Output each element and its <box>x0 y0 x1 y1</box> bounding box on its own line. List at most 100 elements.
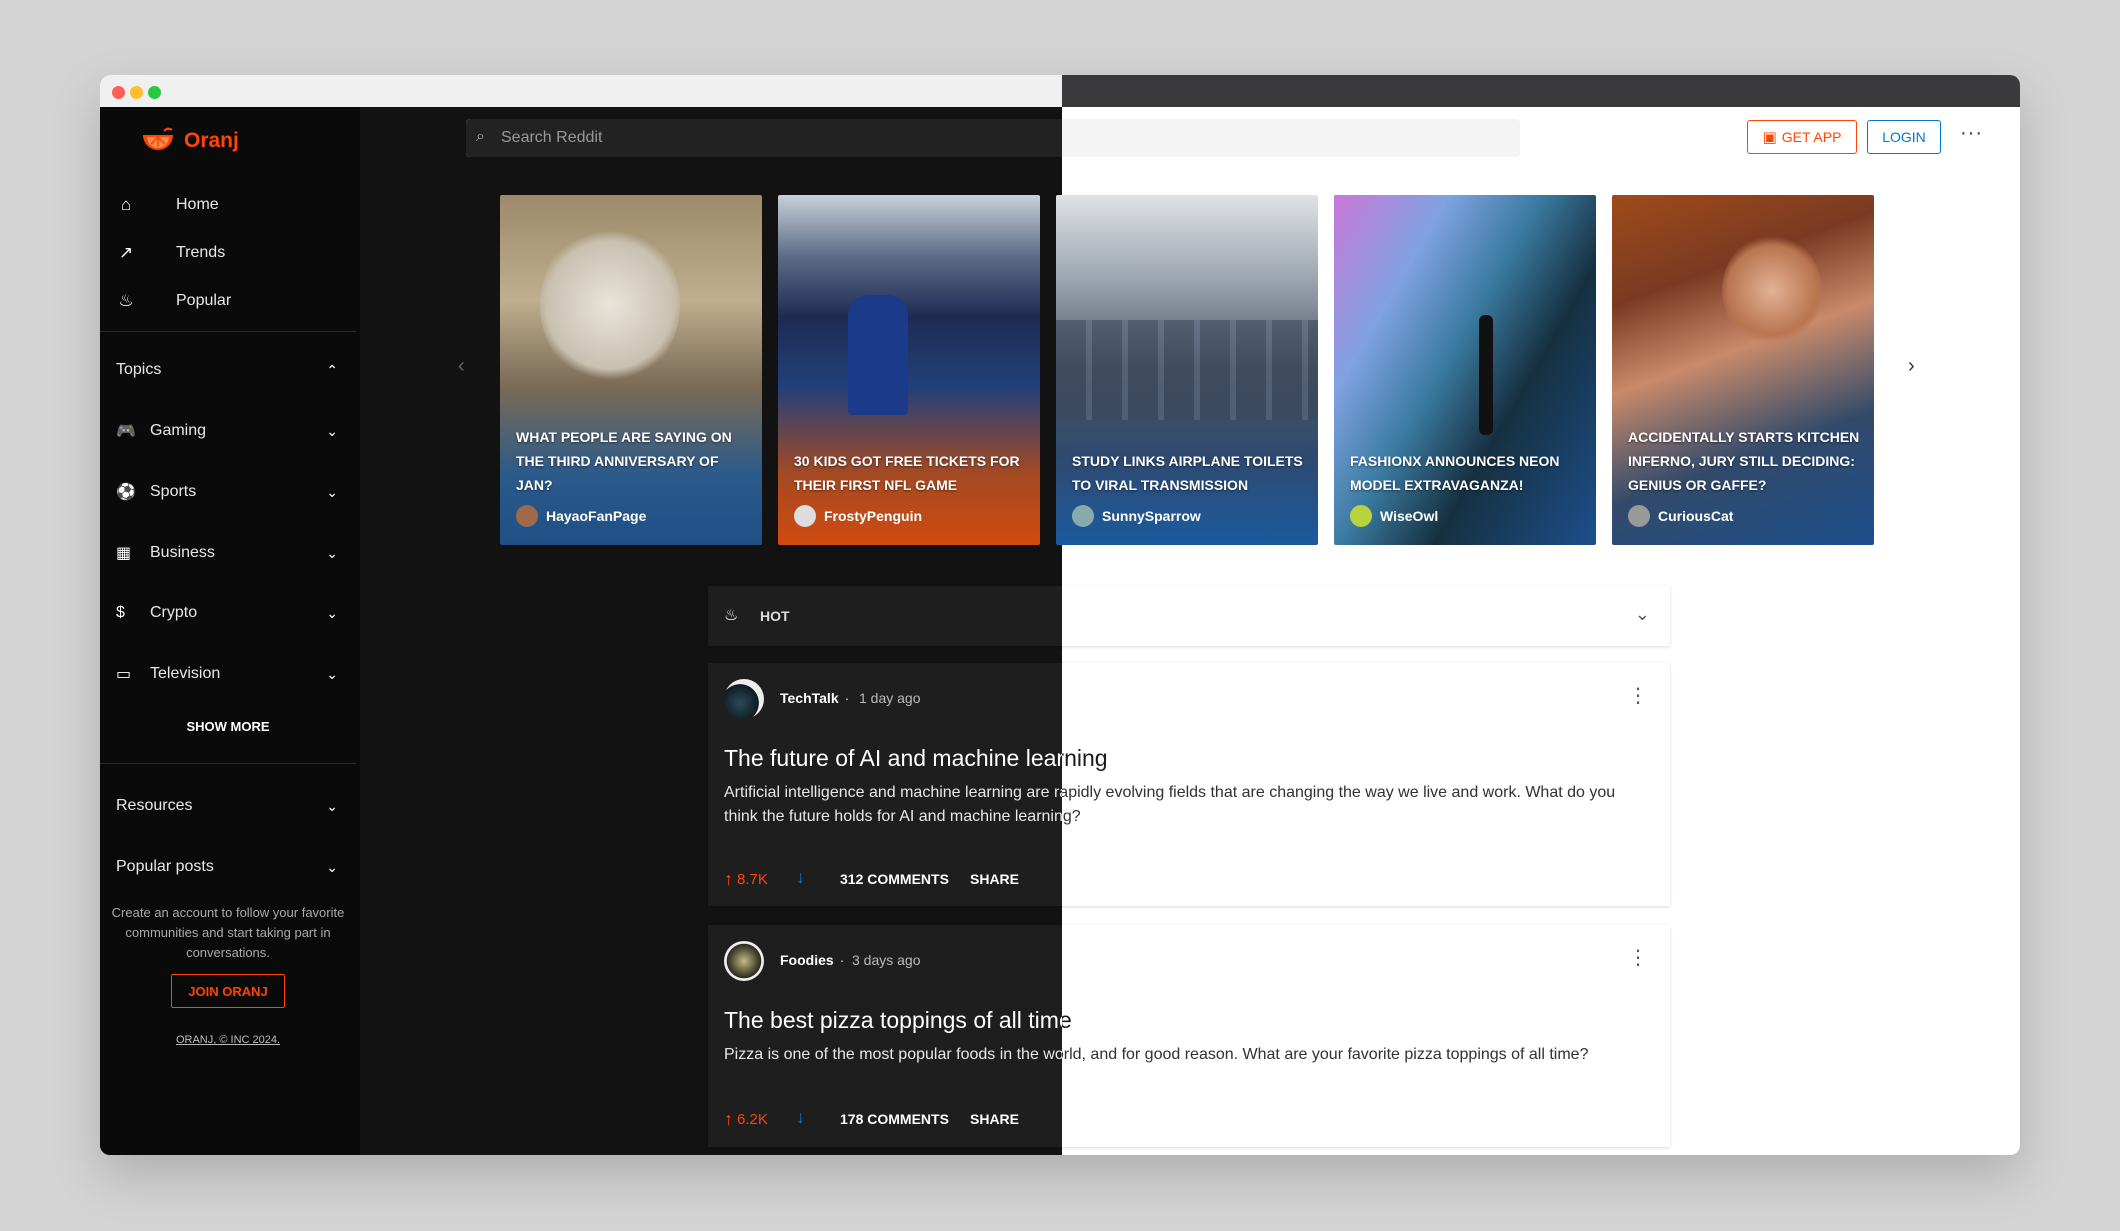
logo[interactable]: Oranj <box>140 127 239 155</box>
close-window-button[interactable] <box>112 86 125 99</box>
minimize-window-button[interactable] <box>130 86 143 99</box>
topic-label: Business <box>150 544 215 561</box>
chevron-down-icon: ⌄ <box>326 665 338 682</box>
topic-business[interactable]: ▦ Business ⌄ <box>116 543 338 563</box>
comments-button[interactable]: 312 COMMENTS <box>840 871 949 887</box>
card-image <box>1722 235 1822 345</box>
topic-television[interactable]: ▭ Television ⌄ <box>116 664 338 684</box>
signup-promo-text: Create an account to follow your favorit… <box>111 905 345 960</box>
chevron-down-icon: ⌄ <box>326 483 338 500</box>
popular-posts-menu[interactable]: Popular posts ⌄ <box>116 858 338 876</box>
get-app-button[interactable]: ▣ GET APP <box>1747 120 1857 154</box>
arrow-down-icon[interactable]: ↓ <box>796 1107 805 1128</box>
card-author[interactable]: WiseOwl <box>1350 505 1438 527</box>
topics-header[interactable]: Topics ⌃ <box>116 361 338 379</box>
post-light-overlay: The best pizza toppings of all time Pizz… <box>1062 925 1670 1147</box>
search-input[interactable]: Search Reddit <box>501 129 602 147</box>
fire-icon: ♨ <box>724 607 739 624</box>
separator-dot: . <box>845 687 849 703</box>
post-light-overlay: The future of AI and machine learning Ar… <box>1062 663 1670 906</box>
orange-slice-icon <box>143 127 173 150</box>
title-bar-light <box>100 75 1062 107</box>
popular-posts-label: Popular posts <box>116 858 214 875</box>
topic-sports[interactable]: ⚽ Sports ⌄ <box>116 482 338 502</box>
author-name: WiseOwl <box>1380 508 1439 524</box>
post-time: 1 day ago <box>859 690 921 706</box>
avatar[interactable] <box>724 941 764 981</box>
separator-dot: . <box>840 949 844 965</box>
chevron-down-icon: ⌄ <box>326 604 338 621</box>
join-button[interactable]: JOIN ORANJ <box>171 974 285 1008</box>
post-title-light: The future of AI and machine learning <box>1062 745 1108 771</box>
post-author[interactable]: Foodies <box>780 952 834 968</box>
search-bar[interactable]: ⌕ Search Reddit <box>466 119 1520 157</box>
avatar <box>794 505 816 527</box>
card-author[interactable]: FrostyPenguin <box>794 505 922 527</box>
nav-item-trends[interactable]: ↗ Trends <box>116 243 225 263</box>
card-title: FashionX announces neon model extravagan… <box>1350 453 1560 493</box>
browser-window: Oranj ⌂ Home ↗ Trends ♨ Popular Topics ⌃… <box>100 75 2020 1155</box>
resources-menu[interactable]: Resources ⌄ <box>116 797 338 815</box>
trending-card[interactable]: 30 kids got free tickets for their first… <box>778 195 1040 545</box>
post-body-light: Artificial intelligence and machine lear… <box>1062 784 1616 825</box>
topic-label: Gaming <box>150 422 207 439</box>
nav-label: Trends <box>176 244 226 261</box>
topics-label: Topics <box>116 361 162 378</box>
trending-card[interactable]: Accidentally starts kitchen inferno, jur… <box>1612 195 1874 545</box>
carousel-prev-icon[interactable]: ‹ <box>458 355 465 378</box>
arrow-up-icon: ↑ <box>724 1109 733 1129</box>
avatar[interactable] <box>724 679 764 719</box>
post-card[interactable]: Foodies . 3 days ago ⋮ The best pizza to… <box>708 925 1670 1147</box>
arrow-down-icon[interactable]: ↓ <box>796 867 805 888</box>
post-card[interactable]: TechTalk . 1 day ago ⋮ The future of AI … <box>708 663 1670 906</box>
card-author[interactable]: CuriousCat <box>1628 505 1733 527</box>
post-title[interactable]: The best pizza toppings of all time <box>724 1007 1072 1034</box>
topic-label: Crypto <box>150 604 198 621</box>
share-button[interactable]: SHARE <box>970 1111 1019 1127</box>
nav-label: Home <box>176 196 219 213</box>
chevron-down-icon: ⌄ <box>326 422 338 439</box>
chevron-down-icon[interactable]: ⌄ <box>1635 604 1650 625</box>
upvote-button[interactable]: ↑ 6.2K <box>724 1109 768 1130</box>
divider <box>100 331 356 332</box>
comments-button[interactable]: 178 COMMENTS <box>840 1111 949 1127</box>
carousel-next-icon[interactable]: › <box>1908 355 1915 378</box>
trending-card[interactable]: FashionX announces neon model extravagan… <box>1334 195 1596 545</box>
topic-gaming[interactable]: 🎮 Gaming ⌄ <box>116 421 338 441</box>
post-author[interactable]: TechTalk <box>780 690 839 706</box>
chevron-down-icon: ⌄ <box>326 858 338 875</box>
resources-label: Resources <box>116 797 193 814</box>
post-title[interactable]: The future of AI and machine learning <box>724 745 1108 772</box>
copyright-link[interactable]: ORANJ, © INC 2024. <box>100 1034 356 1046</box>
card-author[interactable]: SunnySparrow <box>1072 505 1201 527</box>
avatar <box>1350 505 1372 527</box>
avatar <box>1628 505 1650 527</box>
trending-card[interactable]: Study links airplane toilets to viral tr… <box>1056 195 1318 545</box>
app-name: Oranj <box>184 129 239 152</box>
sidebar: Oranj ⌂ Home ↗ Trends ♨ Popular Topics ⌃… <box>100 107 360 1155</box>
login-button[interactable]: LOGIN <box>1867 120 1941 154</box>
qr-code-icon: ▣ <box>1762 129 1777 146</box>
card-image <box>540 225 680 385</box>
upvote-button[interactable]: ↑ 8.7K <box>724 869 768 890</box>
topic-crypto[interactable]: $ Crypto ⌄ <box>116 604 338 622</box>
gamepad-icon: 🎮 <box>116 423 136 440</box>
share-button[interactable]: SHARE <box>970 871 1019 887</box>
sort-bar[interactable]: ♨ HOT ⌄ <box>708 586 1670 646</box>
card-image <box>1479 315 1493 435</box>
card-author[interactable]: HayaoFanPage <box>516 505 646 527</box>
nav-item-popular[interactable]: ♨ Popular <box>116 291 231 311</box>
post-title-light: The best pizza toppings of all time <box>1062 1007 1072 1033</box>
avatar <box>516 505 538 527</box>
more-options-icon[interactable]: ··· <box>1960 122 1983 145</box>
author-name: CuriousCat <box>1658 508 1734 524</box>
show-more-button[interactable]: SHOW MORE <box>100 719 356 734</box>
fire-icon: ♨ <box>118 291 134 310</box>
card-title: 30 kids got free tickets for their first… <box>794 453 1020 493</box>
card-image <box>848 295 908 415</box>
chevron-down-icon: ⌄ <box>326 544 338 561</box>
trending-card[interactable]: What people are saying on the third anni… <box>500 195 762 545</box>
post-time: 3 days ago <box>852 952 921 968</box>
nav-item-home[interactable]: ⌂ Home <box>116 195 219 215</box>
maximize-window-button[interactable] <box>148 86 161 99</box>
